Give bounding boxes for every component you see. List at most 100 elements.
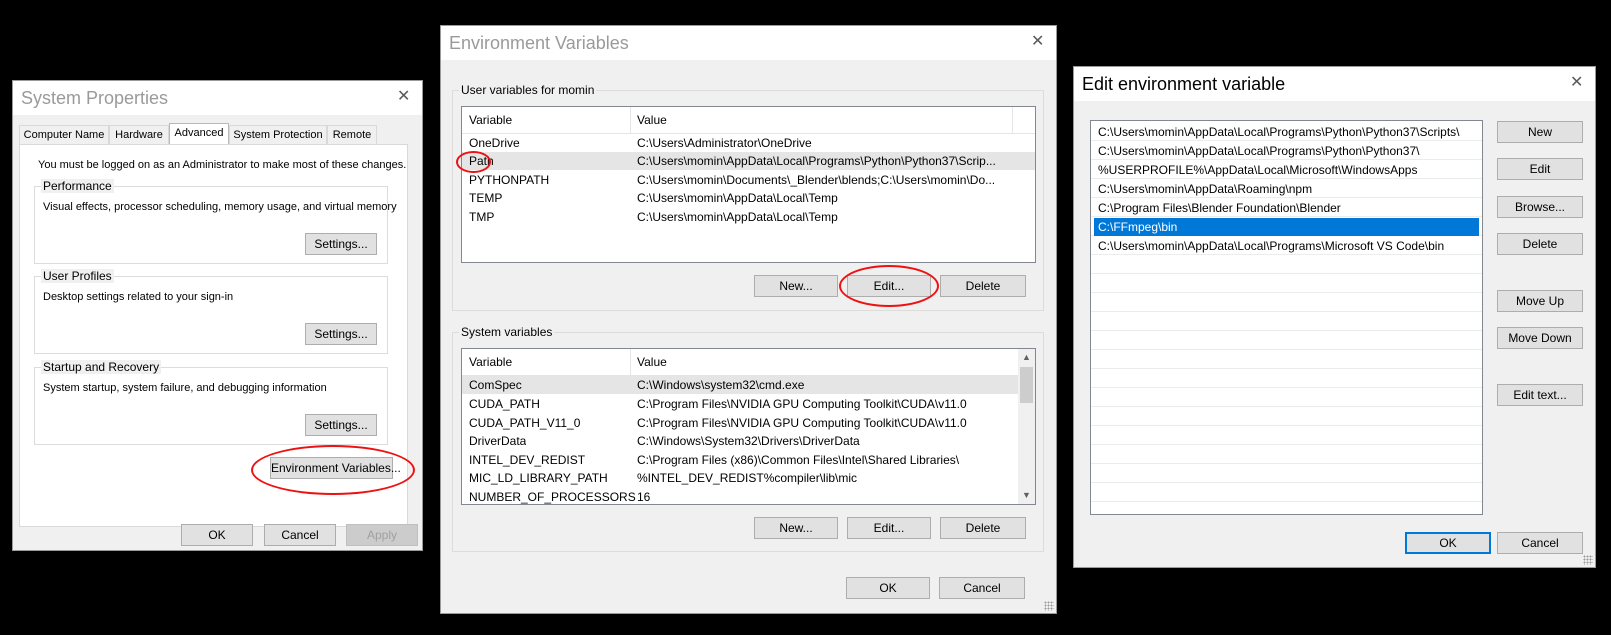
user-variables-label: User variables for momin [459, 83, 597, 97]
table-row[interactable]: CUDA_PATH_V11_0 C:\Program Files\NVIDIA … [462, 414, 1018, 432]
env-vars-ok-button[interactable]: OK [846, 577, 930, 599]
variable-name: Path [469, 154, 494, 168]
table-row[interactable]: Path C:\Users\momin\AppData\Local\Progra… [462, 152, 1035, 170]
sysprops-apply-button[interactable]: Apply [346, 524, 418, 546]
table-row[interactable]: CUDA_PATH C:\Program Files\NVIDIA GPU Co… [462, 395, 1018, 413]
column-variable[interactable]: Variable [469, 113, 512, 127]
system-list-scrollbar[interactable]: ▲ ▼ [1018, 349, 1035, 504]
column-value[interactable]: Value [637, 355, 667, 369]
system-variables-group: System variables Variable Value ComSpec … [452, 325, 1044, 552]
scroll-up-icon[interactable]: ▲ [1018, 349, 1035, 366]
table-row[interactable]: TEMP C:\Users\momin\AppData\Local\Temp [462, 189, 1035, 207]
table-row[interactable]: TMP C:\Users\momin\AppData\Local\Temp [462, 208, 1035, 226]
list-item[interactable]: C:\Users\momin\AppData\Local\Programs\Mi… [1094, 237, 1479, 255]
system-variables-label: System variables [459, 325, 555, 339]
list-item[interactable]: C:\Users\momin\AppData\Roaming\npm [1094, 180, 1479, 198]
variable-value: C:\Users\Administrator\OneDrive [637, 136, 812, 150]
move-up-button[interactable]: Move Up [1497, 290, 1583, 312]
variable-name: PYTHONPATH [469, 173, 550, 187]
tab-hardware[interactable]: Hardware [109, 125, 169, 144]
variable-name: CUDA_PATH [469, 397, 540, 411]
env-vars-cancel-button[interactable]: Cancel [939, 577, 1025, 599]
edit-env-ok-button[interactable]: OK [1405, 532, 1491, 554]
performance-settings-button[interactable]: Settings... [305, 233, 377, 255]
resize-grip-icon[interactable] [1583, 555, 1593, 565]
system-edit-button[interactable]: Edit... [847, 517, 931, 539]
admin-note: You must be logged on as an Administrato… [38, 159, 407, 171]
environment-variables-button[interactable]: Environment Variables... [270, 457, 401, 479]
close-icon[interactable]: ✕ [1570, 73, 1583, 93]
user-edit-button[interactable]: Edit... [847, 275, 931, 297]
move-down-button[interactable]: Move Down [1497, 327, 1583, 349]
table-row[interactable]: PYTHONPATH C:\Users\momin\Documents\_Ble… [462, 171, 1035, 189]
close-icon[interactable]: ✕ [397, 87, 410, 107]
sysprops-cancel-button[interactable]: Cancel [264, 524, 336, 546]
table-row[interactable]: NUMBER_OF_PROCESSORS 16 [462, 488, 1018, 504]
tab-computer-name[interactable]: Computer Name [19, 125, 109, 144]
scroll-thumb[interactable] [1020, 367, 1033, 403]
variable-name: DriverData [469, 434, 527, 448]
startup-recovery-desc: System startup, system failure, and debu… [43, 382, 327, 394]
variable-name: MIC_LD_LIBRARY_PATH [469, 471, 608, 485]
list-item[interactable]: C:\Program Files\Blender Foundation\Blen… [1094, 199, 1479, 217]
system-properties-titlebar: System Properties ✕ [13, 81, 422, 115]
system-delete-button[interactable]: Delete [940, 517, 1026, 539]
system-new-button[interactable]: New... [754, 517, 838, 539]
sysprops-ok-button[interactable]: OK [181, 524, 253, 546]
tab-remote[interactable]: Remote [327, 125, 377, 144]
user-profiles-desc: Desktop settings related to your sign-in [43, 291, 234, 303]
list-item[interactable]: C:\Users\momin\AppData\Local\Programs\Py… [1094, 123, 1479, 141]
list-item[interactable]: C:\Users\momin\AppData\Local\Programs\Py… [1094, 142, 1479, 160]
edit-text-button[interactable]: Edit text... [1497, 384, 1583, 406]
tab-system-protection[interactable]: System Protection [229, 125, 327, 144]
column-value[interactable]: Value [637, 113, 667, 127]
list-item[interactable]: %USERPROFILE%\AppData\Local\Microsoft\Wi… [1094, 161, 1479, 179]
table-row[interactable]: DriverData C:\Windows\System32\Drivers\D… [462, 432, 1018, 450]
variable-value: C:\Users\momin\AppData\Local\Programs\Py… [637, 154, 996, 168]
variable-value: C:\Users\momin\Documents\_Blender\blends… [637, 173, 996, 187]
tab-advanced[interactable]: Advanced [169, 123, 229, 145]
edit-env-cancel-button[interactable]: Cancel [1497, 532, 1583, 554]
system-properties-title: System Properties [21, 88, 169, 108]
performance-label: Performance [41, 179, 114, 193]
user-delete-button[interactable]: Delete [940, 275, 1026, 297]
variable-value: 16 [637, 490, 651, 504]
path-new-button[interactable]: New [1497, 121, 1583, 143]
variable-name: INTEL_DEV_REDIST [469, 453, 586, 467]
variable-value: C:\Program Files\NVIDIA GPU Computing To… [637, 416, 967, 430]
env-vars-titlebar: Environment Variables ✕ [441, 26, 1056, 60]
user-variables-list[interactable]: Variable Value OneDrive C:\Users\Adminis… [461, 106, 1036, 263]
variable-name: TMP [469, 210, 495, 224]
environment-variables-dialog: Environment Variables ✕ User variables f… [440, 25, 1057, 614]
table-row[interactable]: ComSpec C:\Windows\system32\cmd.exe [462, 376, 1018, 394]
scroll-down-icon[interactable]: ▼ [1018, 487, 1035, 504]
resize-grip-icon[interactable] [1044, 601, 1054, 611]
variable-name: CUDA_PATH_V11_0 [469, 416, 581, 430]
column-variable[interactable]: Variable [469, 355, 512, 369]
user-new-button[interactable]: New... [754, 275, 838, 297]
path-browse-button[interactable]: Browse... [1497, 196, 1583, 218]
path-delete-button[interactable]: Delete [1497, 233, 1583, 255]
table-row[interactable]: INTEL_DEV_REDIST C:\Program Files (x86)\… [462, 451, 1018, 469]
variable-value: C:\Windows\System32\Drivers\DriverData [637, 434, 860, 448]
table-row[interactable]: OneDrive C:\Users\Administrator\OneDrive [462, 134, 1035, 152]
edit-env-title: Edit environment variable [1082, 74, 1286, 94]
startup-recovery-settings-button[interactable]: Settings... [305, 414, 377, 436]
path-entries-list[interactable]: C:\Users\momin\AppData\Local\Programs\Py… [1090, 120, 1483, 515]
user-profiles-group: User Profiles Desktop settings related t… [34, 269, 388, 354]
system-list-header: Variable Value [462, 349, 1035, 376]
close-icon[interactable]: ✕ [1031, 32, 1044, 52]
list-item-selected[interactable]: C:\FFmpeg\bin [1094, 218, 1479, 236]
user-list-header: Variable Value [462, 107, 1035, 134]
system-variables-list[interactable]: Variable Value ComSpec C:\Windows\system… [461, 348, 1036, 505]
user-profiles-settings-button[interactable]: Settings... [305, 323, 377, 345]
advanced-tab-panel: You must be logged on as an Administrato… [19, 144, 408, 527]
env-vars-title: Environment Variables [449, 33, 629, 53]
user-profiles-label: User Profiles [41, 269, 114, 283]
table-row[interactable]: MIC_LD_LIBRARY_PATH %INTEL_DEV_REDIST%co… [462, 469, 1018, 487]
variable-name: TEMP [469, 191, 503, 205]
performance-desc: Visual effects, processor scheduling, me… [43, 201, 397, 213]
path-edit-button[interactable]: Edit [1497, 158, 1583, 180]
variable-value: %INTEL_DEV_REDIST%compiler\lib\mic [637, 471, 858, 485]
variable-name: OneDrive [469, 136, 520, 150]
